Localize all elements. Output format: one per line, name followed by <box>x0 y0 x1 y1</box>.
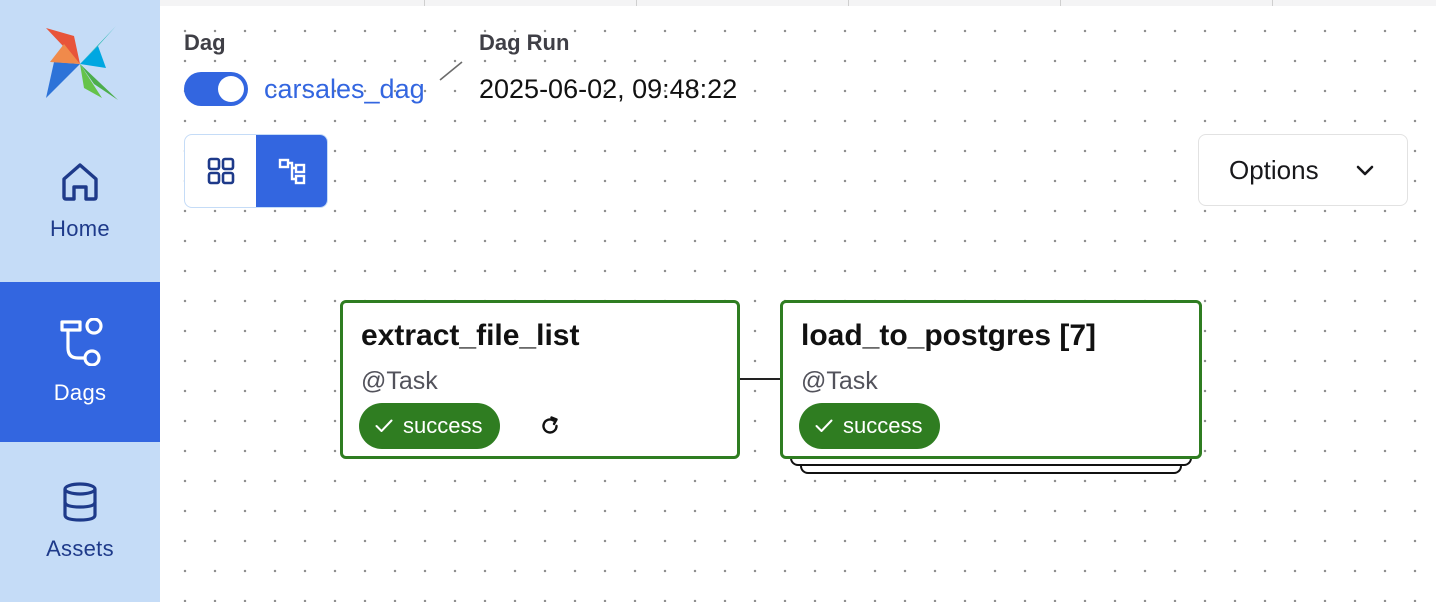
options-label: Options <box>1229 154 1319 185</box>
status-badge: success <box>799 403 941 449</box>
dag-name-link[interactable]: carsales_dag <box>264 74 425 105</box>
sidebar-item-label: Home <box>50 216 110 241</box>
dag-header-label: Dag <box>184 30 226 56</box>
task-node-extract-file-list[interactable]: extract_file_list @Task success <box>340 300 740 459</box>
dag-pause-toggle[interactable] <box>184 72 248 106</box>
task-type: @Task <box>801 367 878 395</box>
check-icon <box>815 419 833 432</box>
task-type: @Task <box>361 367 438 395</box>
sidebar-item-dags[interactable]: Dags <box>0 282 160 442</box>
airflow-pinwheel-icon <box>46 26 118 100</box>
grid-view-button[interactable] <box>185 135 256 207</box>
graph-view-button[interactable] <box>256 135 327 207</box>
sidebar-item-label: Assets <box>46 536 114 561</box>
dag-run-value: 2025-06-02, 09:48:22 <box>479 74 738 104</box>
sidebar-item-label: Dags <box>53 380 107 405</box>
task-name: load_to_postgres [7] <box>801 319 1097 352</box>
check-icon <box>375 419 393 432</box>
database-icon <box>63 482 97 522</box>
airflow-logo[interactable] <box>40 24 120 104</box>
status-badge: success <box>359 403 501 449</box>
dag-title: Dag <box>184 30 226 55</box>
status-label: success <box>843 413 923 438</box>
sidebar-item-home[interactable]: Home <box>0 122 160 282</box>
chevron-down-icon <box>1356 165 1374 176</box>
graph-view-icon <box>278 158 305 185</box>
sidebar: Home Dags Assets <box>0 0 160 602</box>
options-dropdown[interactable]: Options <box>1198 134 1408 206</box>
view-toggle-group <box>184 134 328 208</box>
dags-icon <box>60 318 103 366</box>
graph-edge <box>739 378 780 380</box>
sidebar-item-assets[interactable]: Assets <box>0 442 160 602</box>
retry-icon[interactable] <box>539 415 561 437</box>
task-name: extract_file_list <box>361 319 580 352</box>
grid-view-icon <box>207 157 234 185</box>
home-icon <box>62 163 98 201</box>
breadcrumb-separator <box>439 61 463 81</box>
task-node-load-to-postgres[interactable]: load_to_postgres [7] @Task success <box>780 300 1202 459</box>
dag-run-title: Dag Run <box>479 30 570 55</box>
dag-run-header-label: Dag Run <box>479 30 569 56</box>
status-label: success <box>403 413 483 438</box>
